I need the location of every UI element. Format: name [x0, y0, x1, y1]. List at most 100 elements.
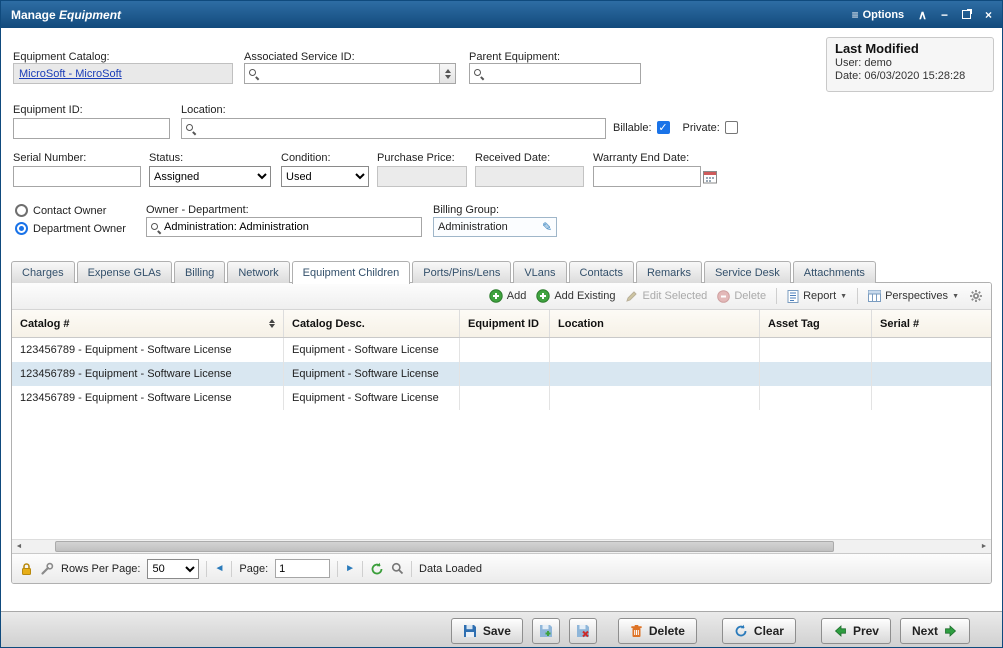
warranty-end-date-input[interactable] [593, 166, 701, 187]
tab-expense-glas[interactable]: Expense GLAs [77, 261, 172, 283]
delete-button[interactable]: Delete [618, 618, 697, 644]
options-menu-icon: ≡ [852, 9, 859, 21]
close-button[interactable]: × [985, 9, 992, 21]
add-button[interactable]: Add [489, 289, 527, 303]
sort-icon[interactable] [269, 319, 275, 328]
arrow-right-icon [944, 624, 958, 638]
location-input[interactable] [199, 120, 602, 137]
wrench-icon[interactable] [40, 562, 54, 576]
table-row[interactable]: 123456789 - Equipment - Software License… [12, 386, 992, 410]
condition-label: Condition: [281, 152, 331, 164]
associated-service-id-input[interactable] [262, 65, 436, 82]
private-checkbox[interactable] [725, 121, 738, 134]
minimize-icon: − [941, 9, 948, 21]
scroll-right-arrow[interactable]: ► [977, 540, 991, 553]
location-field [181, 118, 606, 139]
rows-per-page-select[interactable]: 50 [147, 559, 199, 579]
column-header-catalog-desc[interactable]: Catalog Desc. [284, 310, 460, 337]
tab-contacts[interactable]: Contacts [569, 261, 634, 283]
last-modified-user: User: demo [835, 57, 985, 69]
tab-service-desk[interactable]: Service Desk [704, 261, 791, 283]
grid-settings-button[interactable] [969, 289, 983, 303]
tab-billing[interactable]: Billing [174, 261, 225, 283]
purchase-price-label: Purchase Price: [377, 152, 455, 164]
status-text: Data Loaded [419, 563, 482, 575]
toolbar-separator [776, 288, 777, 304]
save-and-new-button[interactable] [532, 618, 560, 644]
perspectives-button[interactable]: Perspectives ▼ [868, 290, 959, 302]
tab-attachments[interactable]: Attachments [793, 261, 876, 283]
collapse-icon: ∧ [918, 9, 927, 21]
private-label: Private: [683, 122, 720, 134]
department-owner-radio[interactable] [15, 222, 28, 235]
scrollbar-track[interactable] [26, 540, 977, 553]
next-page-arrow[interactable]: ► [345, 563, 355, 574]
save-and-close-button[interactable] [569, 618, 597, 644]
delete-icon [717, 290, 730, 303]
billable-checkbox[interactable]: ✓ [657, 121, 670, 134]
options-button[interactable]: ≡ Options [852, 9, 905, 21]
popout-button[interactable] [962, 10, 971, 19]
edit-selected-button: Edit Selected [625, 290, 707, 303]
report-button[interactable]: Report ▼ [787, 290, 847, 303]
edit-pencil-icon[interactable]: ✎ [542, 220, 552, 234]
table-row[interactable]: 123456789 - Equipment - Software License… [12, 362, 992, 386]
search-icon [248, 68, 259, 79]
collapse-button[interactable]: ∧ [918, 9, 927, 21]
tab-network[interactable]: Network [227, 261, 289, 283]
page-number-input[interactable] [275, 559, 330, 578]
owner-department-input[interactable] [164, 219, 418, 236]
service-id-spinner[interactable] [439, 64, 455, 83]
tab-charges[interactable]: Charges [11, 261, 75, 283]
tab-vlans[interactable]: VLans [513, 261, 566, 283]
title-bar: Manage Equipment ≡ Options ∧ − × [1, 1, 1002, 28]
equipment-catalog-link[interactable]: MicroSoft - MicroSoft [19, 68, 122, 80]
calendar-icon[interactable] [703, 170, 717, 184]
tab-equipment-children[interactable]: Equipment Children [292, 261, 411, 284]
scroll-left-arrow[interactable]: ◄ [12, 540, 26, 553]
window-title: Manage Equipment [11, 8, 121, 22]
toolbar-separator [857, 288, 858, 304]
report-icon [787, 290, 799, 303]
column-header-asset-tag[interactable]: Asset Tag [760, 310, 872, 337]
column-header-serial[interactable]: Serial # [872, 310, 992, 337]
prev-button[interactable]: Prev [821, 618, 891, 644]
column-header-catalog-number[interactable]: Catalog # [12, 310, 284, 337]
minimize-button[interactable]: − [941, 9, 948, 21]
clear-button[interactable]: Clear [722, 618, 796, 644]
save-button[interactable]: Save [451, 618, 523, 644]
department-owner-option[interactable]: Department Owner [15, 222, 126, 235]
grid: Catalog # Catalog Desc. Equipment ID Loc… [12, 310, 992, 410]
next-button[interactable]: Next [900, 618, 970, 644]
equipment-id-input[interactable] [13, 118, 170, 139]
save-and-close-icon [576, 624, 590, 638]
billable-label: Billable: [613, 122, 652, 134]
parent-equipment-input[interactable] [487, 65, 637, 82]
chevron-down-icon: ▼ [840, 293, 847, 300]
search-grid-icon[interactable] [391, 562, 404, 575]
condition-select[interactable]: Used [281, 166, 369, 187]
table-row[interactable]: 123456789 - Equipment - Software License… [12, 338, 992, 362]
lock-icon[interactable] [20, 562, 33, 576]
associated-service-id-label: Associated Service ID: [244, 51, 355, 63]
contact-owner-option[interactable]: Contact Owner [15, 204, 106, 217]
status-select[interactable]: Assigned [149, 166, 271, 187]
column-header-location[interactable]: Location [550, 310, 760, 337]
scrollbar-thumb[interactable] [55, 541, 835, 552]
serial-number-input[interactable] [13, 166, 141, 187]
add-existing-button[interactable]: Add Existing [536, 289, 615, 303]
grid-header-row: Catalog # Catalog Desc. Equipment ID Loc… [12, 310, 992, 338]
perspectives-icon [868, 290, 881, 302]
window-title-prefix: Manage [11, 8, 59, 22]
contact-owner-radio[interactable] [15, 204, 28, 217]
owner-department-field [146, 217, 422, 237]
refresh-icon[interactable] [370, 562, 384, 576]
tab-ports-pins-lens[interactable]: Ports/Pins/Lens [412, 261, 511, 283]
check-icon: ✓ [658, 121, 667, 134]
column-header-equipment-id[interactable]: Equipment ID [460, 310, 550, 337]
tab-remarks[interactable]: Remarks [636, 261, 702, 283]
department-owner-label: Department Owner [33, 223, 126, 235]
save-and-new-icon [539, 624, 553, 638]
prev-page-arrow[interactable]: ◄ [214, 563, 224, 574]
contact-owner-label: Contact Owner [33, 205, 106, 217]
